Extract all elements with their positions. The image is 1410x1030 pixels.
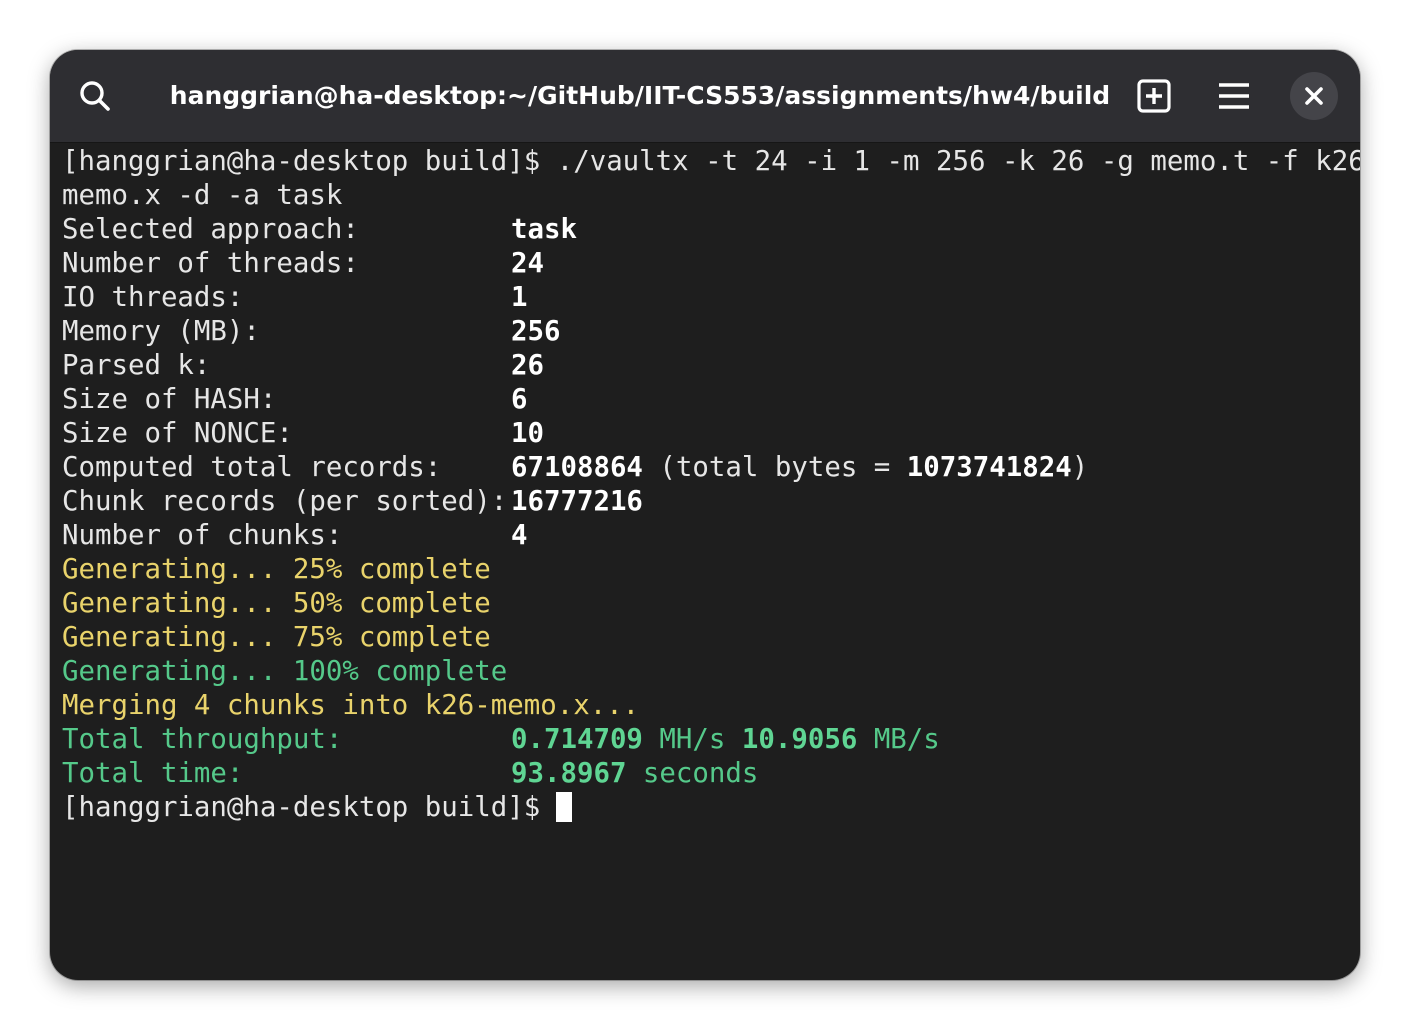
info-label: Size of NONCE: — [62, 418, 293, 449]
info-value: 6 — [511, 384, 528, 415]
info-row-approach: Selected approach: task — [62, 213, 1352, 247]
close-button[interactable] — [1290, 72, 1338, 120]
new-tab-button[interactable] — [1130, 72, 1178, 120]
total-bytes-suffix: ) — [1071, 452, 1089, 483]
throughput-unit-mhs: MH/s — [642, 724, 742, 755]
info-value: 10 — [511, 418, 544, 449]
info-row-io-threads: IO threads: 1 — [62, 281, 1352, 315]
info-label: Number of chunks: — [62, 520, 343, 551]
progress-line: Generating... 25% complete — [62, 554, 491, 585]
terminal-window: hanggrian@ha-desktop:~/GitHub/IIT-CS553/… — [50, 50, 1360, 980]
hamburger-menu-icon — [1219, 83, 1249, 109]
search-button[interactable] — [71, 72, 119, 120]
info-row-chunks: Number of chunks: 4 — [62, 519, 1352, 553]
info-row-nonce-size: Size of NONCE: 10 — [62, 417, 1352, 451]
info-value: 67108864 — [511, 452, 643, 483]
throughput-label: Total throughput: — [62, 724, 343, 755]
info-label: Chunk records (per sorted): — [62, 486, 508, 517]
info-label: Size of HASH: — [62, 384, 277, 415]
text-cursor — [556, 792, 573, 822]
merging-line: Merging 4 chunks into k26-memo.x... — [62, 690, 640, 721]
window-title: hanggrian@ha-desktop:~/GitHub/IIT-CS553/… — [169, 81, 1111, 110]
info-value: 16777216 — [511, 486, 643, 517]
info-row-k: Parsed k: 26 — [62, 349, 1352, 383]
info-value: 1 — [511, 282, 528, 313]
info-label: Computed total records: — [62, 452, 442, 483]
throughput-unit-mbs: MB/s — [857, 724, 940, 755]
info-label: Memory (MB): — [62, 316, 260, 347]
progress-line: Generating... 50% complete — [62, 588, 491, 619]
throughput-value-mhs: 0.714709 — [511, 724, 643, 755]
info-label: Parsed k: — [62, 350, 211, 381]
search-icon — [80, 81, 110, 111]
total-bytes-prefix: (total bytes = — [642, 452, 907, 483]
info-row-memory: Memory (MB): 256 — [62, 315, 1352, 349]
throughput-row: Total throughput: 0.714709 MH/s 10.9056 M… — [62, 723, 1352, 757]
total-time-label: Total time: — [62, 758, 244, 789]
info-label: IO threads: — [62, 282, 244, 313]
info-value: 26 — [511, 350, 544, 381]
prompt-line[interactable]: [hanggrian@ha-desktop build]$ — [62, 791, 1352, 825]
close-icon — [1305, 87, 1323, 105]
info-value: 256 — [511, 316, 561, 347]
info-row-threads: Number of threads: 24 — [62, 247, 1352, 281]
progress-line: Generating... 75% complete — [62, 622, 491, 653]
new-tab-icon — [1137, 79, 1171, 113]
command-line-wrap: memo.x -d -a task — [62, 180, 343, 211]
total-bytes-value: 1073741824 — [906, 452, 1072, 483]
info-label: Selected approach: — [62, 214, 359, 245]
header-bar: hanggrian@ha-desktop:~/GitHub/IIT-CS553/… — [50, 50, 1360, 143]
total-time-value: 93.8967 — [511, 758, 627, 789]
progress-line-complete: Generating... 100% complete — [62, 656, 508, 687]
total-time-row: Total time: 93.8967 seconds — [62, 757, 1352, 791]
info-label: Number of threads: — [62, 248, 359, 279]
total-time-unit: seconds — [626, 758, 759, 789]
shell-prompt: [hanggrian@ha-desktop build]$ — [62, 792, 541, 823]
terminal-output[interactable]: [hanggrian@ha-desktop build]$ ./vaultx -… — [62, 145, 1360, 825]
info-value: task — [511, 214, 577, 245]
info-value: 24 — [511, 248, 544, 279]
info-row-total-records: Computed total records: 67108864 (total b… — [62, 451, 1352, 485]
info-row-chunk-records: Chunk records (per sorted): 16777216 — [62, 485, 1352, 519]
info-value: 4 — [511, 520, 528, 551]
main-menu-button[interactable] — [1210, 72, 1258, 120]
throughput-value-mbs: 10.9056 — [741, 724, 858, 755]
command-line: [hanggrian@ha-desktop build]$ ./vaultx -… — [62, 146, 1360, 177]
info-row-hash-size: Size of HASH: 6 — [62, 383, 1352, 417]
